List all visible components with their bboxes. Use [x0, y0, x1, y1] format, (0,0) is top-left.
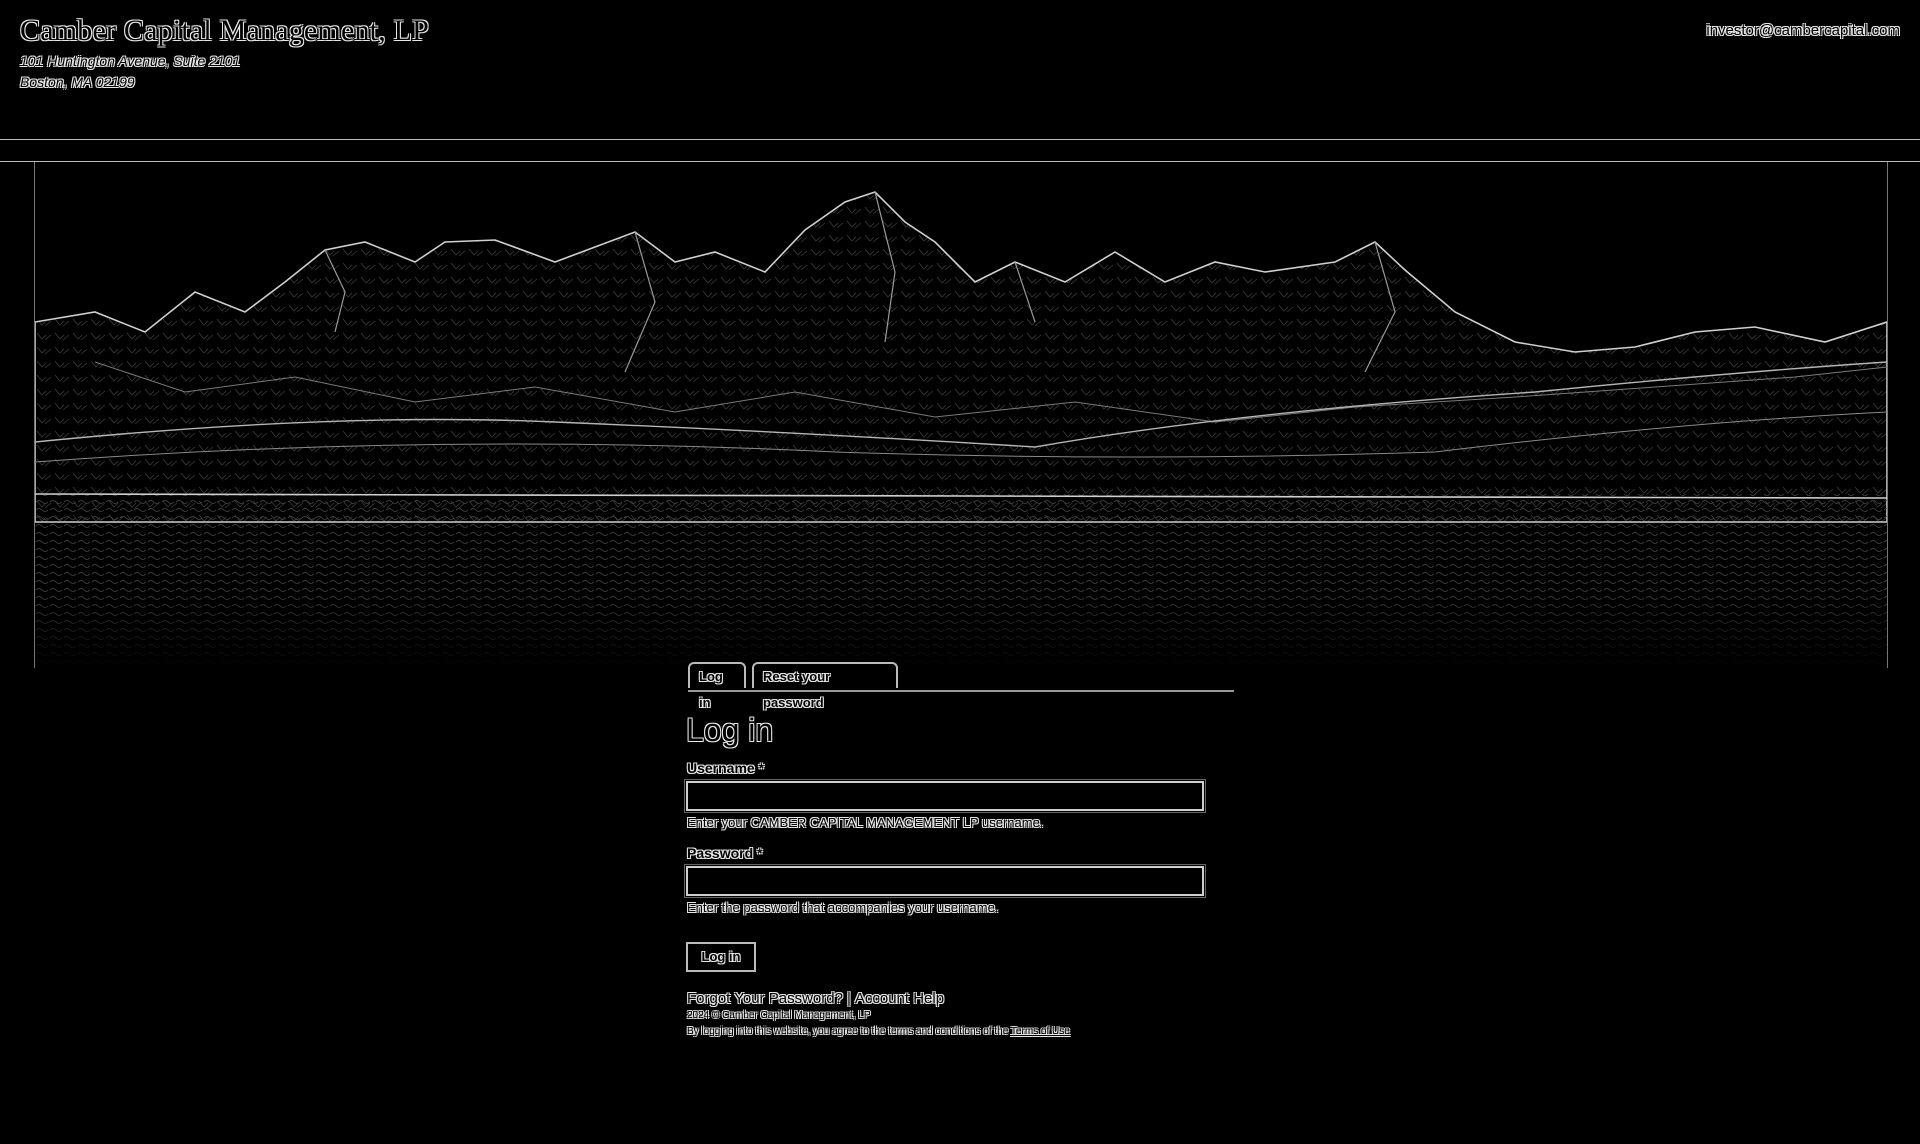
- password-description: Enter the password that accompanies your…: [687, 900, 999, 915]
- required-marker: *: [758, 760, 765, 776]
- page-title: Log in: [686, 712, 774, 748]
- account-help-link[interactable]: Account Help: [855, 990, 944, 1007]
- link-separator: |: [846, 990, 851, 1007]
- header-divider-top: [0, 139, 1920, 140]
- copyright-text: 2024 © Camber Capital Management, LP: [687, 1010, 871, 1021]
- password-label: Password *: [687, 845, 762, 861]
- site-header: Camber Capital Management, LP 101 Huntin…: [0, 0, 1920, 140]
- company-name: Camber Capital Management, LP: [20, 14, 430, 47]
- contact-email-link[interactable]: investor@cambercapital.com: [1706, 22, 1900, 39]
- mountain-banner-image: [34, 162, 1888, 668]
- username-description: Enter your CAMBER CAPITAL MANAGEMENT LP …: [687, 815, 1044, 830]
- mountain-illustration: [35, 162, 1887, 668]
- help-links: Forgot Your Password? | Account Help: [687, 990, 944, 1007]
- log-in-button[interactable]: Log in: [686, 942, 756, 972]
- terms-of-use-link[interactable]: Terms of Use: [1011, 1026, 1070, 1037]
- password-input[interactable]: [684, 864, 1206, 898]
- password-label-text: Password: [687, 845, 754, 861]
- forgot-password-link[interactable]: Forgot Your Password?: [687, 990, 843, 1007]
- username-label: Username *: [687, 760, 764, 776]
- address-line-2: Boston, MA 02199: [20, 74, 135, 90]
- terms-prefix: By logging into this website, you agree …: [687, 1026, 1009, 1037]
- username-input[interactable]: [684, 779, 1206, 813]
- login-tabs: Log in Reset your password: [688, 660, 1234, 710]
- required-marker: *: [757, 845, 763, 861]
- tab-reset-password[interactable]: Reset your password: [752, 662, 898, 710]
- terms-notice: By logging into this website, you agree …: [687, 1026, 1070, 1037]
- address-line-1: 101 Huntington Avenue, Suite 2101: [20, 53, 241, 69]
- username-label-text: Username: [687, 760, 755, 776]
- tab-log-in[interactable]: Log in: [688, 662, 746, 710]
